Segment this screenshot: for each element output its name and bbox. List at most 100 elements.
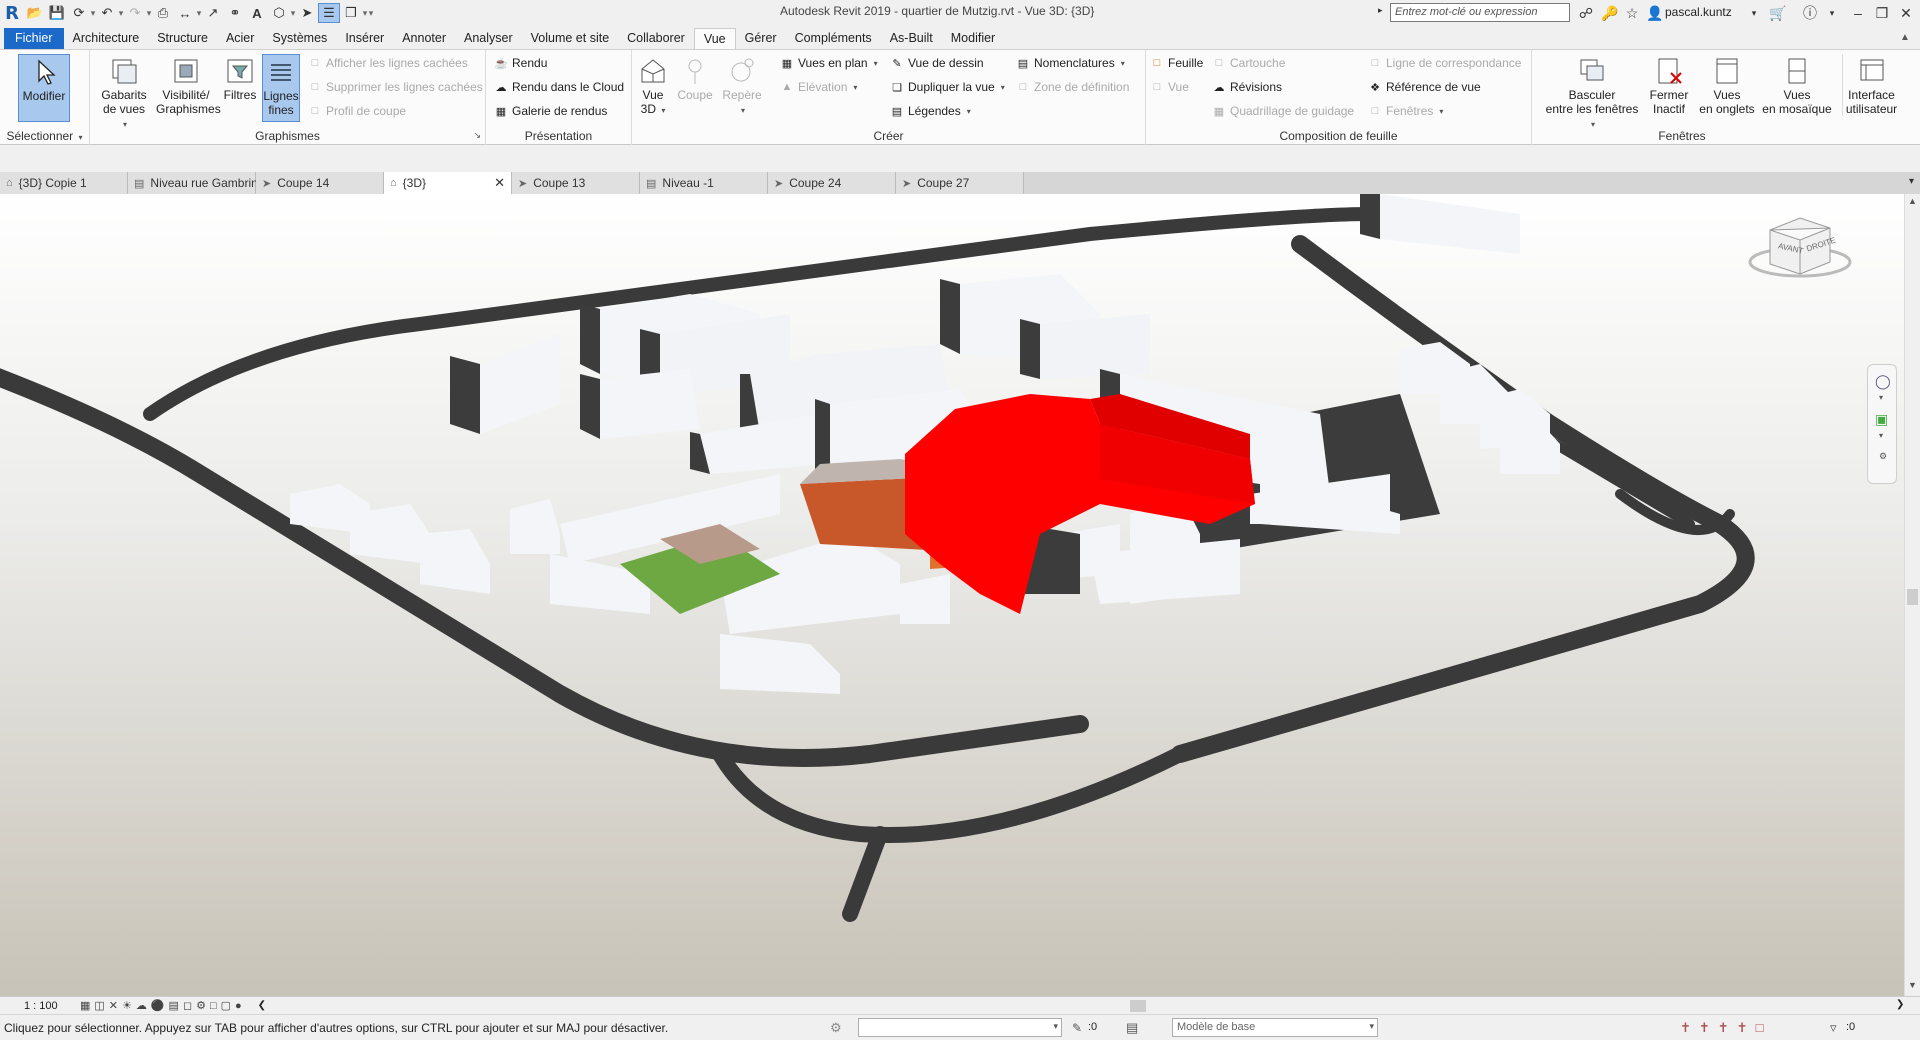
zoom-dropdown-icon[interactable]: ▾ (1879, 431, 1883, 440)
ribbon-tab-as-built[interactable]: As-Built (881, 28, 942, 49)
switch-windows-button[interactable]: Basculer entre les fenêtres ▾ (1542, 54, 1642, 132)
scope-box-button[interactable]: □ Zone de définition (1016, 80, 1130, 94)
ribbon-tab-systèmes[interactable]: Systèmes (263, 28, 336, 49)
3d-view-button[interactable]: Vue 3D ▾ (636, 54, 670, 118)
3d-view-canvas[interactable]: AVANT DROITE ◯ ▾ ▣ ▾ ⚙ (0, 194, 1904, 996)
revisions-button[interactable]: ☁ Révisions (1212, 80, 1283, 94)
matchline-button[interactable]: □ Ligne de correspondance (1368, 56, 1522, 70)
close-tab-icon[interactable]: ✕ (494, 175, 505, 191)
view-tab[interactable]: ➤ Coupe 27 (896, 172, 1024, 194)
view-tab[interactable]: ▤ Niveau -1 (640, 172, 768, 194)
view-tab[interactable]: ⌂ {3D} Copie 1 (0, 172, 128, 194)
ribbon-tab-volume-et-site[interactable]: Volume et site (522, 28, 619, 49)
design-option-select[interactable]: Modèle de base ▾ (1172, 1018, 1378, 1037)
guide-grid-button[interactable]: ▦ Quadrillage de guidage (1212, 104, 1354, 118)
ribbon-tab-architecture[interactable]: Architecture (64, 28, 149, 49)
ribbon-tab-acier[interactable]: Acier (217, 28, 263, 49)
thin-lines-button[interactable]: Lignes fines (262, 54, 300, 122)
ribbon-tab-fichier[interactable]: Fichier (4, 28, 64, 49)
section-button[interactable]: Coupe (674, 54, 716, 102)
remove-hidden-lines-button[interactable]: □ Supprimer les lignes cachées (308, 80, 483, 94)
cloud-render-button[interactable]: ☁ Rendu dans le Cloud (494, 80, 625, 94)
design-options-icon[interactable]: ▤ (1126, 1020, 1138, 1036)
help-icon[interactable]: ⓘ (1800, 3, 1820, 23)
binoculars-icon[interactable]: ☍ (1576, 3, 1596, 23)
modify-button[interactable]: Modifier (18, 54, 70, 122)
render-button[interactable]: ☕ Rendu (494, 56, 547, 70)
view-tab[interactable]: ➤ Coupe 13 (512, 172, 640, 194)
sheet-button[interactable]: □ Feuille (1150, 56, 1204, 70)
ribbon-tab-annoter[interactable]: Annoter (393, 28, 455, 49)
default-3d-icon[interactable]: ⬡ (268, 3, 290, 23)
open-icon[interactable]: 📂 (24, 3, 46, 23)
legends-button[interactable]: ▤ Légendes ▾ (890, 104, 971, 118)
duplicate-view-button[interactable]: ❏ Dupliquer la vue ▾ (890, 80, 1005, 94)
ribbon-tab-gérer[interactable]: Gérer (736, 28, 786, 49)
view-templates-button[interactable]: Gabarits de vues ▾ (100, 54, 148, 132)
navbar-options-icon[interactable]: ⚙ (1879, 451, 1887, 462)
dimension-icon[interactable]: ↗ (202, 3, 224, 23)
viewports-button[interactable]: □ Fenêtres ▾ (1368, 104, 1444, 118)
user-icon[interactable]: 👤 (1645, 3, 1665, 23)
viewcube[interactable]: AVANT DROITE (1740, 204, 1860, 294)
view-reference-button[interactable]: ❖ Référence de vue (1368, 80, 1481, 94)
elevation-button[interactable]: ▲ Elévation ▾ (780, 80, 858, 94)
tile-views-button[interactable]: Vues en mosaïque (1762, 54, 1832, 116)
scroll-thumb[interactable] (1907, 589, 1918, 605)
scroll-right-arrow-icon[interactable]: ❯ (1896, 999, 1904, 1010)
section-icon[interactable]: ➤ (296, 3, 318, 23)
callout-button[interactable]: Repère ▾ (720, 54, 764, 118)
steering-wheel-icon[interactable]: ◯ (1875, 373, 1891, 390)
ribbon-tab-analyser[interactable]: Analyser (455, 28, 522, 49)
view-tab[interactable]: ▤ Niveau rue Gambrinus (128, 172, 270, 194)
zoom-region-icon[interactable]: ▣ (1875, 411, 1888, 428)
tab-views-button[interactable]: Vues en onglets (1696, 54, 1758, 116)
revit-logo-icon[interactable]: R (0, 2, 24, 24)
ribbon-minimize-icon[interactable]: ▲ (1900, 32, 1912, 43)
ribbon-tab-collaborer[interactable]: Collaborer (618, 28, 694, 49)
vertical-scrollbar[interactable]: ▲ ▼ (1904, 194, 1920, 996)
ribbon-tab-vue[interactable]: Vue (693, 28, 736, 49)
panel-launcher-icon[interactable]: ↘ (473, 130, 481, 141)
close-window-button[interactable]: ✕ (1888, 0, 1920, 26)
horizontal-scroll-thumb[interactable] (1130, 1000, 1146, 1012)
visibility-graphics-button[interactable]: Visibilité/Graphismes (156, 54, 221, 116)
switch-windows-icon[interactable]: ❐ (340, 3, 362, 23)
scroll-down-arrow-icon[interactable]: ▼ (1908, 980, 1917, 990)
show-hidden-lines-button[interactable]: □ Afficher les lignes cachées (308, 56, 468, 70)
thin-lines-icon[interactable]: ☰ (318, 3, 340, 23)
favorites-star-icon[interactable]: ☆ (1622, 3, 1642, 23)
ribbon-tab-insérer[interactable]: Insérer (336, 28, 393, 49)
filter-icon[interactable]: ▿ (1830, 1020, 1837, 1036)
scroll-up-arrow-icon[interactable]: ▲ (1908, 196, 1917, 206)
detail-level-icon[interactable]: ▦◫✕☀☁⚫▤◻⚙□▢● (80, 999, 246, 1012)
filters-button[interactable]: Filtres (222, 54, 258, 102)
selection-options-icon[interactable]: ✝✝✝✝□ (1680, 1020, 1771, 1036)
ribbon-tab-structure[interactable]: Structure (148, 28, 217, 49)
cut-profile-button[interactable]: □ Profil de coupe (308, 104, 406, 118)
close-inactive-button[interactable]: Fermer Inactif (1644, 54, 1694, 116)
sync-icon[interactable]: ⟳ (68, 3, 90, 23)
user-dropdown-icon[interactable]: ▾ (1744, 3, 1764, 23)
expand-search-icon[interactable]: ▸ (1378, 5, 1383, 16)
view-tab[interactable]: ➤ Coupe 24 (768, 172, 896, 194)
place-view-button[interactable]: □ Vue (1150, 80, 1189, 94)
workset-select[interactable]: ▾ (858, 1018, 1062, 1037)
tag-icon[interactable]: ⚭ (224, 3, 246, 23)
cart-icon[interactable]: 🛒 (1768, 3, 1788, 23)
drafting-view-button[interactable]: ✎ Vue de dessin (890, 56, 983, 70)
schedules-button[interactable]: ▤ Nomenclatures ▾ (1016, 56, 1125, 70)
plan-views-button[interactable]: ▦ Vues en plan ▾ (780, 56, 878, 70)
text-icon[interactable]: A (246, 3, 268, 23)
print-icon[interactable]: ⎙ (152, 3, 174, 23)
view-tab[interactable]: ⌂ {3D} ✕ (384, 172, 512, 194)
render-gallery-button[interactable]: ▦ Galerie de rendus (494, 104, 608, 118)
wheel-dropdown-icon[interactable]: ▾ (1879, 393, 1883, 402)
ribbon-tab-compléments[interactable]: Compléments (786, 28, 881, 49)
scale-value[interactable]: 1 : 100 (24, 1000, 74, 1012)
view-tabs-menu-icon[interactable]: ▾ (1909, 176, 1914, 187)
editable-icon[interactable]: ✎ (1072, 1021, 1082, 1035)
scroll-left-arrow-icon[interactable]: ❮ (258, 1000, 266, 1011)
subscription-icon[interactable]: 🔑 (1600, 3, 1620, 23)
measure-icon[interactable]: ↔ (174, 3, 196, 23)
